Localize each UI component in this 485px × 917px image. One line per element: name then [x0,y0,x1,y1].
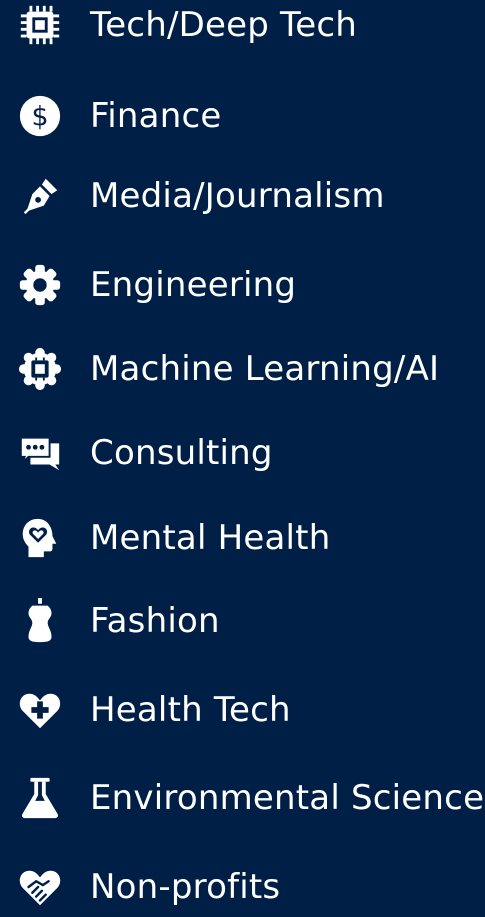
fountain-pen-icon [16,172,64,220]
category-label: Media/Journalism [90,176,385,216]
category-item-tech[interactable]: Tech/Deep Tech [0,0,485,55]
category-item-finance[interactable]: $ Finance [0,86,485,146]
heart-plus-icon [16,686,64,734]
category-label: Environmental Science [90,778,485,818]
head-heart-icon [16,514,64,562]
category-item-media[interactable]: Media/Journalism [0,166,485,226]
category-label: Consulting [90,433,273,473]
handshake-heart-icon [16,863,64,911]
chip-gear-icon [16,345,64,393]
category-label: Fashion [90,601,220,641]
category-item-fashion[interactable]: Fashion [0,591,485,651]
svg-text:$: $ [31,102,48,133]
category-item-engineering[interactable]: Engineering [0,255,485,315]
flask-icon [16,774,64,822]
category-item-consulting[interactable]: Consulting [0,423,485,483]
category-item-non-profits[interactable]: Non-profits [0,857,485,917]
dollar-circle-icon: $ [16,92,64,140]
category-label: Tech/Deep Tech [90,5,357,45]
category-label: Finance [90,96,222,136]
category-item-ml-ai[interactable]: Machine Learning/AI [0,339,485,399]
category-item-mental-health[interactable]: Mental Health [0,508,485,568]
category-label: Engineering [90,265,297,305]
category-label: Non-profits [90,867,281,907]
gear-icon [16,261,64,309]
chat-bubbles-icon [16,429,64,477]
category-item-environmental-science[interactable]: Environmental Science [0,768,485,828]
category-label: Health Tech [90,690,291,730]
microchip-icon [16,1,64,49]
category-label: Machine Learning/AI [90,349,440,389]
category-label: Mental Health [90,518,331,558]
category-item-health-tech[interactable]: Health Tech [0,680,485,740]
dress-form-icon [16,597,64,645]
